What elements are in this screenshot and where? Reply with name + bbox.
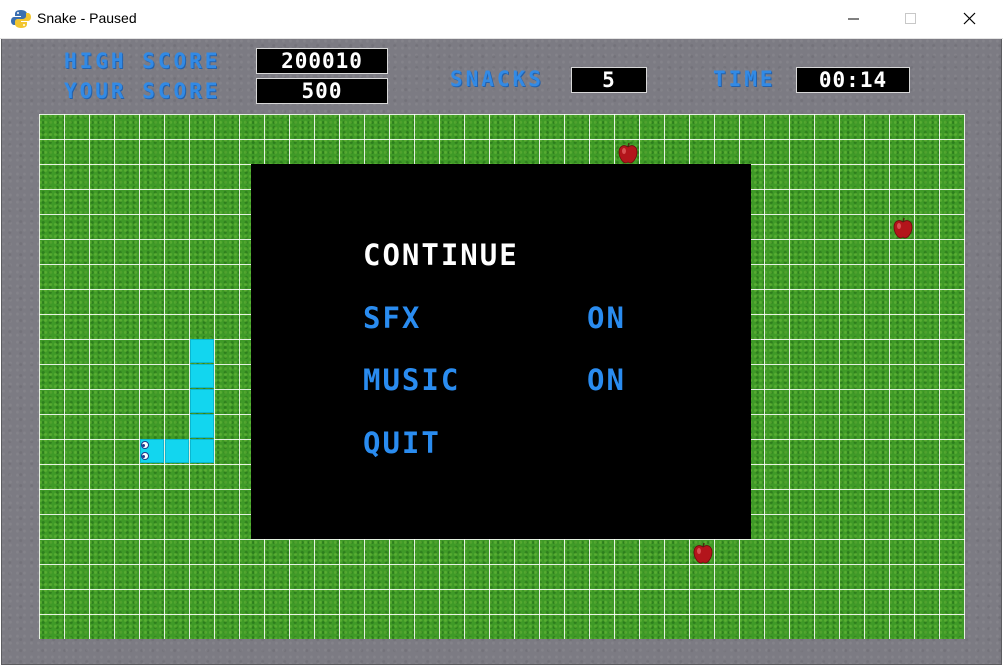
your-score-label: YOUR SCORE xyxy=(64,79,221,103)
minimize-icon xyxy=(848,18,859,20)
snake-segment xyxy=(190,389,214,413)
pause-menu: CONTINUE SFX ON MUSIC ON QUIT xyxy=(251,164,751,539)
time-value: 00:14 xyxy=(796,67,910,93)
minimize-button[interactable] xyxy=(826,0,884,39)
snake-eye-icon xyxy=(141,441,149,449)
title-bar: Snake - Paused xyxy=(0,0,1003,39)
snake-segment xyxy=(190,339,214,363)
snake-segment xyxy=(190,364,214,388)
snake-segment xyxy=(190,439,214,463)
apple-icon xyxy=(618,142,638,164)
music-toggle[interactable]: ON xyxy=(587,363,626,397)
snacks-label: SNACKS xyxy=(450,67,544,91)
music-option[interactable]: MUSIC xyxy=(363,363,460,397)
your-score-value: 500 xyxy=(256,78,388,104)
sfx-option[interactable]: SFX xyxy=(363,301,421,335)
window-title: Snake - Paused xyxy=(37,10,137,26)
close-button[interactable] xyxy=(942,0,1000,39)
high-score-value: 200010 xyxy=(256,48,388,74)
time-label: TIME xyxy=(713,67,776,91)
high-score-label: HIGH SCORE xyxy=(64,49,221,73)
maximize-icon xyxy=(905,13,916,24)
snake-segment xyxy=(190,414,214,438)
snacks-value: 5 xyxy=(571,67,647,93)
snake-eye-icon xyxy=(141,452,149,460)
python-icon xyxy=(11,9,31,29)
quit-button[interactable]: QUIT xyxy=(363,426,441,460)
continue-button[interactable]: CONTINUE xyxy=(363,238,519,272)
snake-head xyxy=(140,439,164,463)
sfx-toggle[interactable]: ON xyxy=(587,301,626,335)
maximize-button[interactable] xyxy=(883,0,941,39)
close-icon xyxy=(963,12,976,25)
apple-icon xyxy=(693,542,713,564)
snake-segment xyxy=(165,439,189,463)
apple-icon xyxy=(893,217,913,239)
